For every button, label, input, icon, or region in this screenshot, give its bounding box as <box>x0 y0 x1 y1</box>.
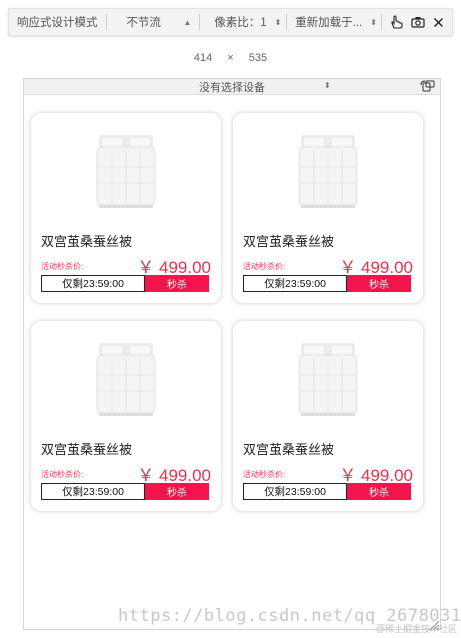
select-arrows-icon: ⬍ <box>324 81 331 90</box>
product-image <box>298 135 358 208</box>
product-name: 双宫茧桑蚕丝被 <box>41 234 133 249</box>
dpr-select[interactable]: 像素比：1 ⬍ <box>200 9 286 35</box>
screenshot-icon[interactable] <box>411 16 425 28</box>
throttle-select[interactable]: 不节流 ▲ <box>106 9 199 35</box>
responsive-mode-label: 响应式设计模式 <box>17 17 98 29</box>
touch-icon[interactable] <box>390 15 403 29</box>
dimension-separator: × <box>227 52 234 64</box>
product-card[interactable]: 双宫茧桑蚕丝被 活动秒杀价: ￥ 499.00 仅剩23:59:00 秒杀 <box>233 113 423 303</box>
product-card[interactable]: 双宫茧桑蚕丝被 活动秒杀价: ￥ 499.00 仅剩23:59:00 秒杀 <box>233 321 423 511</box>
devtools-toolbar: 响应式设计模式 不节流 ▲ 像素比：1 ⬍ 重新加载于... ⬍ <box>8 8 453 36</box>
product-name: 双宫茧桑蚕丝被 <box>41 442 133 457</box>
product-card[interactable]: 双宫茧桑蚕丝被 活动秒杀价: ￥ 499.00 仅剩23:59:00 秒杀 <box>31 321 221 511</box>
flash-sale-button[interactable]: 秒杀 <box>347 483 411 500</box>
flash-sale-button[interactable]: 秒杀 <box>347 275 411 292</box>
product-name: 双宫茧桑蚕丝被 <box>243 234 335 249</box>
countdown-timer: 仅剩23:59:00 <box>243 483 347 500</box>
viewport-height[interactable]: 535 <box>249 52 267 64</box>
close-icon[interactable] <box>433 17 444 28</box>
product-image <box>96 135 156 208</box>
countdown-timer: 仅剩23:59:00 <box>41 275 145 292</box>
viewport-width[interactable]: 414 <box>194 52 212 64</box>
countdown-timer: 仅剩23:59:00 <box>243 275 347 292</box>
product-image <box>298 343 358 416</box>
flash-sale-button[interactable]: 秒杀 <box>145 483 209 500</box>
select-arrows-icon: ⬍ <box>274 17 282 27</box>
device-selector-bar[interactable]: 没有选择设备 ⬍ <box>24 79 440 95</box>
device-selector-label: 没有选择设备 <box>199 81 265 94</box>
device-viewport: 没有选择设备 ⬍ 双宫茧桑蚕丝被 活动秒杀价: ￥ 499.00 仅剩23:59… <box>23 78 441 630</box>
flash-sale-button[interactable]: 秒杀 <box>145 275 209 292</box>
countdown-timer: 仅剩23:59:00 <box>41 483 145 500</box>
flash-sale-label: 活动秒杀价: <box>41 470 84 479</box>
select-arrows-icon: ▲ <box>183 17 192 27</box>
throttle-value: 不节流 <box>126 17 161 29</box>
viewport-dimensions: 414 × 535 <box>0 52 461 64</box>
flash-sale-label: 活动秒杀价: <box>41 262 84 271</box>
select-arrows-icon: ⬍ <box>370 17 377 27</box>
flash-sale-label: 活动秒杀价: <box>243 262 286 271</box>
product-image <box>96 343 156 416</box>
product-card[interactable]: 双宫茧桑蚕丝被 活动秒杀价: ￥ 499.00 仅剩23:59:00 秒杀 <box>31 113 221 303</box>
flash-sale-label: 活动秒杀价: <box>243 470 286 479</box>
product-name: 双宫茧桑蚕丝被 <box>243 442 335 457</box>
dpr-value: 像素比：1 <box>214 17 267 29</box>
reload-value: 重新加载于... <box>295 17 363 29</box>
rotate-icon[interactable] <box>420 80 436 95</box>
watermark-credit: @稀土掘金技术社区 <box>375 624 457 634</box>
reload-select[interactable]: 重新加载于... ⬍ <box>287 9 381 35</box>
